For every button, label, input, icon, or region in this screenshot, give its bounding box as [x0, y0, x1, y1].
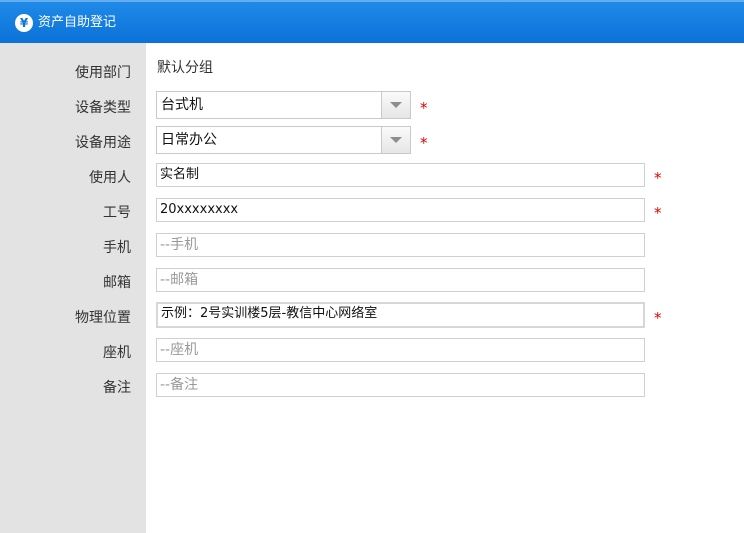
device-usage-select[interactable]: 日常办公: [156, 126, 411, 154]
yen-icon: ¥: [15, 14, 33, 32]
notes-label: 备注: [103, 380, 131, 396]
employee-id-label: 工号: [103, 205, 131, 221]
required-marker: *: [420, 134, 428, 152]
device-usage-label: 设备用途: [75, 135, 131, 151]
department-label: 使用部门: [75, 65, 131, 81]
title-bar: ¥ 资产自助登记: [0, 0, 744, 43]
required-marker: *: [654, 204, 662, 222]
required-marker: *: [654, 309, 662, 327]
chevron-down-icon: [390, 137, 402, 143]
location-label: 物理位置: [75, 310, 131, 326]
phone-label: 手机: [103, 240, 131, 256]
device-type-label: 设备类型: [75, 100, 131, 116]
employee-id-input[interactable]: 20xxxxxxxx: [156, 198, 645, 222]
landline-label: 座机: [103, 345, 131, 361]
device-usage-value: 日常办公: [161, 132, 217, 148]
window-title: 资产自助登记: [38, 15, 117, 30]
notes-input[interactable]: --备注: [156, 373, 645, 397]
required-marker: *: [654, 169, 662, 187]
device-type-value: 台式机: [161, 97, 203, 113]
email-label: 邮箱: [103, 275, 131, 291]
location-input[interactable]: 示例：2号实训楼5层-教信中心网络室: [156, 302, 645, 328]
landline-input[interactable]: --座机: [156, 338, 645, 362]
department-value: 默认分组: [157, 60, 213, 76]
device-type-dropdown-button[interactable]: [381, 92, 410, 118]
required-marker: *: [420, 99, 428, 117]
user-label: 使用人: [89, 170, 131, 186]
email-input[interactable]: --邮箱: [156, 268, 645, 292]
device-type-select[interactable]: 台式机: [156, 91, 411, 119]
phone-input[interactable]: --手机: [156, 233, 645, 257]
chevron-down-icon: [390, 102, 402, 108]
device-usage-dropdown-button[interactable]: [381, 127, 410, 153]
user-input[interactable]: 实名制: [156, 163, 645, 187]
